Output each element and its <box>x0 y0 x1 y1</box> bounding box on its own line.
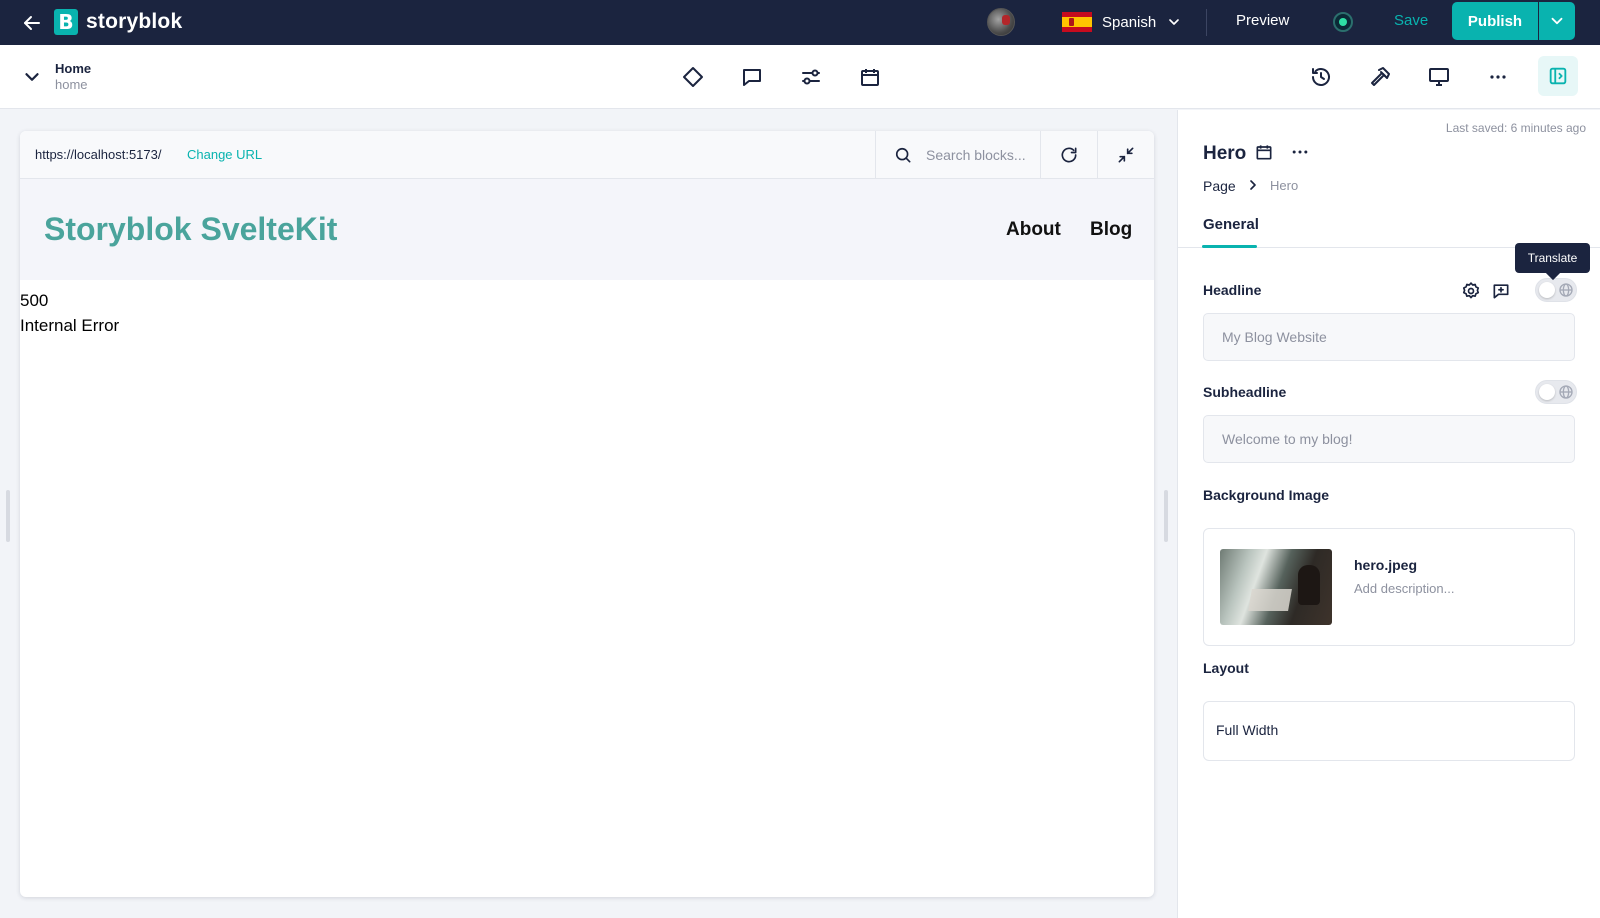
history-icon[interactable] <box>1309 65 1333 89</box>
top-bar: B storyblok Spanish Preview Save Publish <box>0 0 1600 45</box>
globe-icon <box>1558 384 1574 400</box>
panel-toggle-icon[interactable] <box>1538 56 1578 96</box>
chevron-right-icon <box>1245 177 1261 193</box>
add-comment-icon[interactable] <box>1491 281 1511 301</box>
storyblok-logo-icon: B <box>54 9 78 35</box>
block-title: Hero <box>1203 143 1247 164</box>
asset-card[interactable]: hero.jpeg Add description... <box>1203 528 1575 646</box>
back-arrow-icon[interactable] <box>20 11 44 35</box>
publish-options-chevron-icon[interactable] <box>1539 2 1575 40</box>
spain-flag-icon <box>1062 12 1092 32</box>
breadcrumb-hero: Hero <box>1270 178 1299 193</box>
refresh-icon[interactable] <box>1040 131 1097 179</box>
storyblok-logo[interactable]: B storyblok <box>54 9 182 35</box>
subheadline-label: Subheadline <box>1203 384 1287 400</box>
nav-link-about[interactable]: About <box>1006 219 1061 241</box>
brand-name: storyblok <box>86 10 183 33</box>
error-message: Internal Error <box>20 316 120 335</box>
calendar-icon[interactable] <box>1254 142 1274 162</box>
preview-url: https://localhost:5173/ <box>35 147 162 162</box>
monitor-icon[interactable] <box>1427 65 1451 89</box>
sliders-icon[interactable] <box>799 65 823 89</box>
subheadline-input[interactable]: Welcome to my blog! <box>1203 415 1575 463</box>
change-url-link[interactable]: Change URL <box>187 147 262 162</box>
language-label: Spanish <box>1102 13 1157 31</box>
toggle-knob <box>1539 282 1555 298</box>
story-toolbar: Home home <box>0 45 1600 109</box>
user-avatar[interactable] <box>987 8 1015 36</box>
language-selector[interactable]: Spanish <box>1062 10 1182 34</box>
search-blocks-input[interactable]: Search blocks... <box>875 131 1040 179</box>
nav-link-blog[interactable]: Blog <box>1090 219 1132 241</box>
visual-preview: https://localhost:5173/ Change URL Searc… <box>20 131 1154 897</box>
save-button[interactable]: Save <box>1394 12 1428 29</box>
headline-input[interactable]: My Blog Website <box>1203 313 1575 361</box>
last-saved-text: Last saved: 6 minutes ago <box>1445 121 1586 135</box>
story-menu-chevron-icon[interactable] <box>21 66 43 88</box>
search-icon <box>893 145 913 165</box>
asset-description-input[interactable]: Add description... <box>1354 581 1454 596</box>
translate-toggle-subheadline[interactable] <box>1535 380 1577 404</box>
translate-tooltip: Translate <box>1515 243 1590 273</box>
site-title[interactable]: Storyblok SvelteKit <box>44 211 337 248</box>
block-more-icon[interactable] <box>1290 142 1310 162</box>
divider <box>1206 9 1207 36</box>
collapse-icon[interactable] <box>1097 131 1154 179</box>
url-bar: https://localhost:5173/ Change URL Searc… <box>20 131 1154 179</box>
layout-label: Layout <box>1203 660 1249 676</box>
toggle-knob <box>1539 384 1555 400</box>
hammer-icon[interactable] <box>1368 65 1392 89</box>
more-icon[interactable] <box>1486 65 1510 89</box>
left-resize-handle[interactable] <box>6 490 10 542</box>
layout-select[interactable]: Full Width <box>1203 701 1575 761</box>
comment-icon[interactable] <box>740 65 764 89</box>
headline-label: Headline <box>1203 282 1262 298</box>
site-header: Storyblok SvelteKit About Blog <box>20 179 1154 280</box>
error-code: 500 <box>20 291 49 310</box>
asset-filename: hero.jpeg <box>1354 557 1418 573</box>
story-title: Home <box>55 61 92 76</box>
status-indicator-icon[interactable] <box>1333 12 1353 32</box>
tab-active-indicator <box>1202 245 1257 248</box>
asset-thumbnail[interactable] <box>1220 549 1332 625</box>
gear-icon[interactable] <box>1461 281 1481 301</box>
translate-toggle-headline[interactable] <box>1535 278 1577 302</box>
block-editor-panel: Last saved: 6 minutes ago Hero Page Hero… <box>1177 110 1600 918</box>
calendar-icon[interactable] <box>858 65 882 89</box>
tab-general[interactable]: General <box>1203 216 1259 233</box>
diamond-icon[interactable] <box>681 65 705 89</box>
globe-icon <box>1558 282 1574 298</box>
story-slug: home <box>55 77 88 92</box>
breadcrumb-page[interactable]: Page <box>1203 178 1236 194</box>
preview-button[interactable]: Preview <box>1236 12 1289 29</box>
search-placeholder: Search blocks... <box>926 147 1026 163</box>
panel-resize-handle[interactable] <box>1164 490 1168 542</box>
background-image-label: Background Image <box>1203 487 1330 503</box>
publish-button[interactable]: Publish <box>1452 2 1538 40</box>
chevron-down-icon <box>1166 14 1182 30</box>
